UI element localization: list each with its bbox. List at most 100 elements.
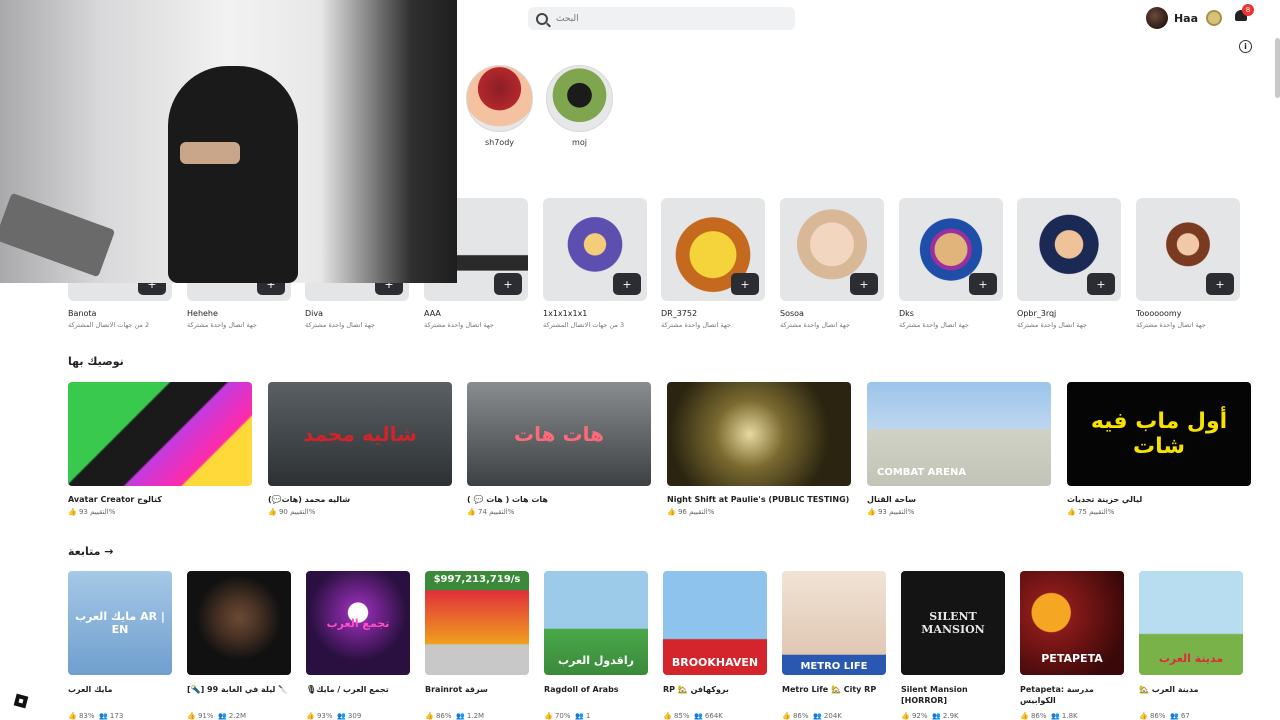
game-card[interactable]: مايك العرب AR | EN مايك العرب 👍 83% 👥 17… [68, 571, 172, 720]
add-friend-icon[interactable]: + [494, 273, 522, 295]
thumbs-up-icon: 👍 [1139, 712, 1148, 720]
game-stats: 👍 92% 👥 2.9K [901, 712, 959, 720]
avatar[interactable] [1145, 7, 1168, 29]
connection-name: Toooooomy [1136, 309, 1182, 318]
game-thumbnail[interactable]: هات هات [467, 382, 651, 486]
game-title: ساحة القتال [867, 495, 916, 504]
add-friend-icon[interactable]: + [1206, 273, 1234, 295]
players-icon: 👥 [693, 712, 703, 720]
game-thumbnail[interactable]: راقدول العرب [544, 571, 648, 675]
connection-name: Hehehe [187, 309, 218, 318]
friend-moj[interactable]: moj [546, 65, 613, 147]
game-thumbnail[interactable]: METRO LIFE [782, 571, 886, 675]
connection-avatar[interactable]: + [543, 198, 647, 301]
game-thumbnail[interactable]: تجمع العرب [306, 571, 410, 675]
connection-card[interactable]: + Toooooomy جهة اتصال واحدة مشتركة [1136, 198, 1240, 329]
add-friend-icon[interactable]: + [1087, 273, 1115, 295]
game-title: Avatar Creator كتالوج [68, 495, 162, 504]
game-thumbnail[interactable]: مدينة العرب [1139, 571, 1243, 675]
connection-card[interactable]: + Dks جهة اتصال واحدة مشتركة [899, 198, 1003, 329]
mutual-connections: جهة اتصال واحدة مشتركة [305, 321, 375, 329]
game-stats: 👍 93% 👥 309 [306, 712, 362, 720]
thumbs-up-icon: 👍 [901, 712, 910, 720]
roblox-logo-icon[interactable] [13, 693, 29, 709]
add-friend-icon[interactable]: + [731, 273, 759, 295]
game-card[interactable]: [🔦] 99 ليلة في الغابة 🔪 👍 91% 👥 2.2M [187, 571, 291, 720]
add-friend-icon[interactable]: + [969, 273, 997, 295]
thumbs-up-icon: 👍 [68, 712, 77, 720]
game-thumbnail[interactable] [187, 571, 291, 675]
arrow-right-icon[interactable]: → [104, 545, 113, 558]
game-thumbnail[interactable] [68, 382, 252, 486]
connection-avatar[interactable]: + [780, 198, 884, 301]
connection-card[interactable]: + 1x1x1x1x1 3 من جهات الاتصال المشتركة [543, 198, 647, 329]
robux-icon[interactable] [1206, 10, 1222, 26]
game-title: RP 🏡 بروكهافن [663, 685, 729, 694]
game-thumbnail[interactable]: COMBAT ARENA [867, 382, 1051, 486]
user-menu[interactable]: Haa [1145, 7, 1222, 29]
game-card[interactable]: مدينة العرب 🏡 مدينة العرب 👍 86% 👥 67 [1139, 571, 1243, 720]
game-thumbnail[interactable]: BROOKHAVEN [663, 571, 767, 675]
game-title: ليالي حزينة تحديات [1067, 495, 1143, 504]
game-card[interactable]: SILENT MANSION Silent Mansion [HORROR] 👍… [901, 571, 1005, 720]
search-input[interactable] [556, 13, 756, 24]
add-friend-icon[interactable]: + [613, 273, 641, 295]
notification-badge: 8 [1242, 4, 1254, 16]
game-thumbnail[interactable]: أول ماب فيه شات [1067, 382, 1251, 486]
game-card[interactable]: COMBAT ARENA ساحة القتال 👍 التقييم 93% [867, 382, 1051, 516]
game-thumbnail[interactable] [667, 382, 851, 486]
game-thumbnail[interactable]: SILENT MANSION [901, 571, 1005, 675]
game-card[interactable]: أول ماب فيه شات ليالي حزينة تحديات 👍 الت… [1067, 382, 1251, 516]
thumbs-up-icon: 👍 [782, 712, 791, 720]
game-card[interactable]: Night Shift at Paulie's (PUBLIC TESTING)… [667, 382, 851, 516]
thumb-text: COMBAT ARENA [877, 467, 967, 478]
continue-title[interactable]: متابعة → [68, 545, 114, 558]
players-icon: 👥 [336, 712, 346, 720]
connection-card[interactable]: + Sosoa جهة اتصال واحدة مشتركة [780, 198, 884, 329]
friend-name: sh7ody [484, 138, 515, 147]
roblox-home-page: Haa 8 i sh7ody moj + Banota 2 من جهات ال… [0, 0, 1280, 720]
game-card[interactable]: Avatar Creator كتالوج 👍 التقييم 93% [68, 382, 252, 516]
game-card[interactable]: شاليه محمد شاليه محمد (هات💬) 👍 التقييم 9… [268, 382, 452, 516]
connection-card[interactable]: + DR_3752 جهة اتصال واحدة مشتركة [661, 198, 765, 329]
connection-avatar[interactable]: + [1017, 198, 1121, 301]
add-friend-icon[interactable]: + [850, 273, 878, 295]
game-card[interactable]: METRO LIFE Metro Life 🏡 City RP 👍 86% 👥 … [782, 571, 886, 720]
game-thumbnail[interactable]: مايك العرب AR | EN [68, 571, 172, 675]
connection-avatar[interactable]: + [661, 198, 765, 301]
streamer [168, 66, 298, 283]
game-thumbnail[interactable]: PETAPETA [1020, 571, 1124, 675]
thumbs-up-icon: 👍 [68, 508, 77, 516]
friend-avatar[interactable] [466, 65, 533, 132]
game-rating: 👍 التقييم 74% [467, 508, 515, 516]
notifications-button[interactable]: 8 [1234, 4, 1254, 24]
game-card[interactable]: راقدول العرب Ragdoll of Arabs 👍 70% 👥 1 [544, 571, 648, 720]
thumbs-up-icon: 👍 [663, 712, 672, 720]
streamer-face [180, 142, 240, 164]
game-thumbnail[interactable]: شاليه محمد [268, 382, 452, 486]
game-card[interactable]: هات هات هات هات ( هات 💬 ) 👍 التقييم 74% [467, 382, 651, 516]
friend-sh7ody[interactable]: sh7ody [466, 65, 533, 147]
recommended-title: نوصيك بها [68, 355, 124, 368]
game-card[interactable]: PETAPETA Petapeta: مدرسة الكوابيس 👍 86% … [1020, 571, 1124, 720]
game-card[interactable]: تجمع العرب 🎙تجمع العرب / مايك 👍 93% 👥 30… [306, 571, 410, 720]
friend-avatar[interactable] [546, 65, 613, 132]
username[interactable]: Haa [1174, 12, 1198, 25]
game-title: Brainrot سرقة [425, 685, 488, 694]
connection-avatar[interactable]: + [1136, 198, 1240, 301]
thumbs-up-icon: 👍 [187, 712, 196, 720]
game-title: Metro Life 🏡 City RP [782, 685, 877, 694]
game-card[interactable]: BROOKHAVEN RP 🏡 بروكهافن 👍 85% 👥 664K [663, 571, 767, 720]
connection-card[interactable]: + Opbr_3rqj جهة اتصال واحدة مشتركة [1017, 198, 1121, 329]
game-card[interactable]: $997,213,719/s Brainrot سرقة 👍 86% 👥 1.2… [425, 571, 529, 720]
webcam-overlay [0, 0, 457, 283]
thumbs-up-icon: 👍 [268, 508, 277, 516]
game-stats: 👍 85% 👥 664K [663, 712, 723, 720]
connection-avatar[interactable]: + [899, 198, 1003, 301]
info-icon[interactable]: i [1239, 40, 1252, 53]
game-thumbnail[interactable]: $997,213,719/s [425, 571, 529, 675]
players-icon: 👥 [98, 712, 108, 720]
search-bar[interactable] [528, 7, 795, 30]
scrollbar[interactable] [1275, 38, 1280, 98]
mutual-connections: جهة اتصال واحدة مشتركة [661, 321, 731, 329]
